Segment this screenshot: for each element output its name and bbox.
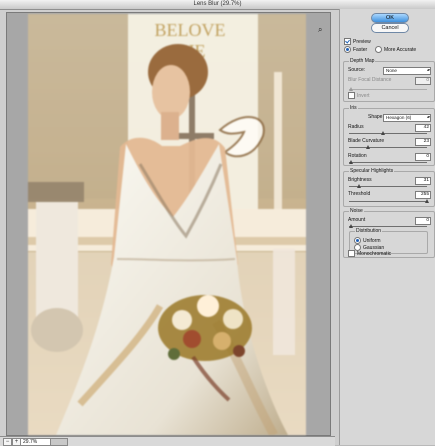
iris-group: Iris Shape: Hexagon (6) Radius 42 Blade … [343, 105, 435, 166]
depth-map-group: Depth Map Source: None Blur Focal Distan… [343, 58, 435, 102]
distribution-title: Distribution [355, 228, 383, 235]
blur-focal-distance-label: Blur Focal Distance [348, 77, 392, 83]
rotation-field[interactable]: 0 [415, 153, 431, 161]
ok-button[interactable]: OK [371, 13, 409, 23]
blade-curvature-field[interactable]: 23 [415, 138, 431, 146]
faster-radio[interactable] [344, 46, 351, 53]
blur-focal-distance-field: 0 [415, 77, 431, 85]
source-select[interactable]: None [383, 67, 431, 75]
shape-select[interactable]: Hexagon (6) [383, 114, 431, 122]
depth-map-title: Depth Map [349, 58, 376, 65]
lens-blur-options-panel: OK Cancel Preview Faster More Accurate D… [339, 9, 435, 445]
threshold-slider[interactable] [349, 199, 429, 203]
lens-blur-dialog: Lens Blur (29.7%) BELOVE THE [0, 0, 435, 446]
radius-field[interactable]: 42 [415, 124, 431, 132]
brightness-thumb[interactable] [357, 184, 361, 188]
cancel-button[interactable]: Cancel [371, 23, 409, 33]
preview-option[interactable]: Preview [344, 38, 371, 46]
iris-title: Iris [349, 105, 358, 112]
threshold-field[interactable]: 255 [415, 191, 431, 199]
uniform-label: Uniform [363, 237, 381, 244]
invert-option: Invert [348, 92, 370, 100]
monochromatic-label: Monochromatic [357, 250, 392, 257]
blurred-bride-image: BELOVE THE [28, 14, 306, 435]
banner-text-top: BELOVE [155, 20, 226, 40]
brightness-label: Brightness [348, 177, 372, 183]
threshold-thumb[interactable] [425, 199, 429, 203]
specular-highlights-group: Specular Highlights Brightness 31 Thresh… [343, 168, 435, 207]
rotation-thumb[interactable] [349, 160, 353, 164]
source-label: Source: [348, 67, 366, 73]
rotation-label: Rotation [348, 153, 367, 159]
noise-group: Noise Amount 0 Distribution Uniform Gaus… [343, 208, 435, 258]
faster-label: Faster [353, 46, 368, 53]
shape-label: Shape: [368, 114, 384, 120]
radius-slider[interactable] [349, 131, 427, 135]
more-accurate-label: More Accurate [383, 46, 417, 53]
blade-curvature-label: Blade Curvature [348, 138, 385, 144]
monochromatic-checkbox[interactable] [348, 250, 355, 257]
blur-focal-thumb [349, 87, 353, 91]
preview-label: Preview [353, 38, 371, 45]
amount-field[interactable]: 0 [415, 217, 431, 225]
threshold-label: Threshold [348, 191, 371, 197]
preview-speed-options: Faster More Accurate [344, 46, 416, 54]
rotation-slider[interactable] [349, 160, 427, 164]
radius-label: Radius [348, 124, 364, 130]
amount-label: Amount [348, 217, 366, 223]
blade-curvature-slider[interactable] [349, 145, 427, 149]
preview-photo: BELOVE THE [28, 14, 306, 435]
hand-zoom-icon[interactable]: ⌕ [318, 26, 326, 34]
blade-curvature-thumb[interactable] [366, 145, 370, 149]
preview-checkbox[interactable] [344, 38, 351, 45]
brightness-slider[interactable] [349, 184, 427, 188]
noise-title: Noise [349, 208, 364, 215]
radius-thumb[interactable] [381, 131, 385, 135]
invert-label: Invert [357, 92, 370, 99]
specular-highlights-title: Specular Highlights [349, 168, 395, 175]
brightness-field[interactable]: 31 [415, 177, 431, 185]
blur-focal-slider [349, 87, 427, 91]
uniform-radio[interactable] [354, 237, 361, 244]
monochromatic-option[interactable]: Monochromatic [348, 250, 391, 258]
amount-thumb[interactable] [349, 224, 353, 228]
invert-checkbox [348, 92, 355, 99]
amount-slider[interactable] [349, 224, 427, 228]
more-accurate-radio[interactable] [374, 46, 382, 53]
